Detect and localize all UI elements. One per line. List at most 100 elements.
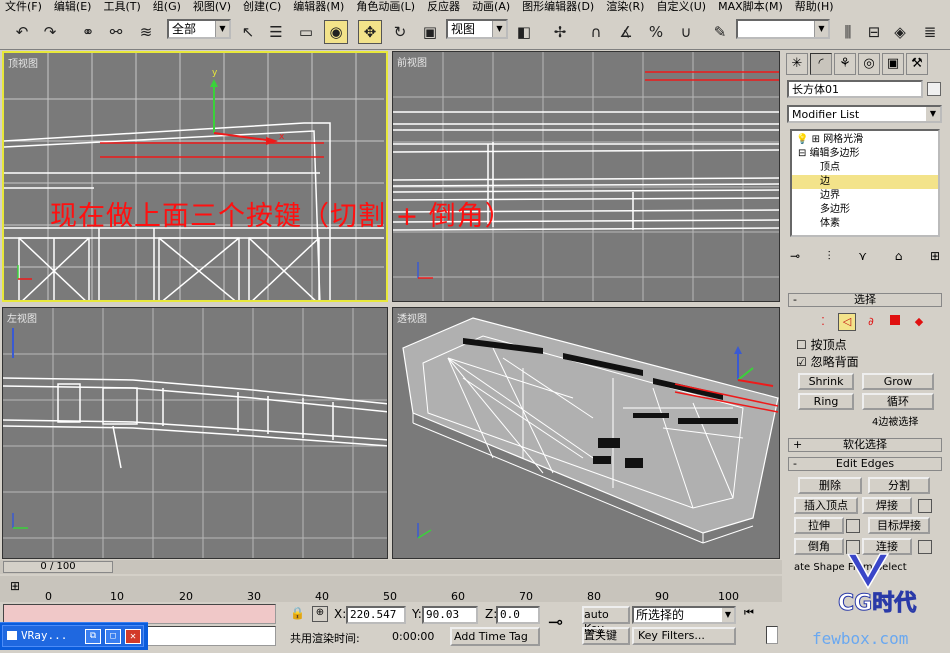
redo-icon[interactable]: ↷ [38,20,62,44]
mirror-icon[interactable]: ⫼ [836,20,860,44]
object-name-field[interactable]: 长方体01 [787,80,923,98]
left-viewport[interactable]: 左视图 [2,307,388,559]
time-slider-track[interactable]: 0 / 100 [0,560,782,574]
mini-curve-icon[interactable]: ⊞ [10,579,20,593]
target-weld-button[interactable]: 目标焊接 [868,517,930,534]
window-crossing-icon[interactable]: ◉ [324,20,348,44]
hierarchy-tab-icon[interactable]: ⚘ [834,53,856,75]
reference-coord-dropdown[interactable]: 视图 ▼ [446,19,508,39]
track-bar[interactable]: ⊞ 0 10 20 30 40 50 60 70 80 90 100 [0,576,782,603]
menu-graph-editors[interactable]: 图形编辑器(D) [517,0,601,14]
select-manipulate-icon[interactable]: ✢ [548,20,572,44]
snap-3d-icon[interactable]: ∩ [584,20,608,44]
scale-icon[interactable]: ▣ [418,20,442,44]
add-time-tag-button[interactable]: Add Time Tag [450,627,540,646]
create-tab-icon[interactable]: ✳ [786,53,808,75]
spinner-snap-icon[interactable]: ∪ [674,20,698,44]
menu-help[interactable]: 帮助(H) [790,0,841,14]
object-color-swatch[interactable] [927,82,941,96]
show-end-result-icon[interactable]: ⫶ [828,249,831,267]
stack-item-vertex[interactable]: 顶点 [792,161,938,175]
front-viewport[interactable]: 前视图 [392,51,780,302]
split-button[interactable]: 分割 [868,477,930,494]
z-coordinate-field[interactable]: 0.0 [496,606,540,624]
extrude-settings-icon[interactable] [846,519,860,533]
time-slider[interactable]: 0 / 100 [3,561,113,573]
rect-selection-icon[interactable]: ▭ [294,20,318,44]
edit-edges-rollout-header[interactable]: - Edit Edges [788,457,942,471]
utilities-tab-icon[interactable]: ⚒ [906,53,928,75]
menu-rendering[interactable]: 渲染(R) [601,0,651,14]
extrude-button[interactable]: 拉伸 [794,517,844,534]
shrink-button[interactable]: Shrink [798,373,854,390]
element-level-icon[interactable]: ◆ [910,313,928,331]
menu-tools[interactable]: 工具(T) [98,0,147,14]
select-by-name-icon[interactable]: ☰ [264,20,288,44]
edit-named-sel-icon[interactable]: ✎ [708,20,732,44]
bind-spacewarp-icon[interactable]: ≋ [134,20,158,44]
undo-icon[interactable]: ↶ [10,20,34,44]
menu-file[interactable]: 文件(F) [0,0,49,14]
polygon-level-icon[interactable] [886,313,904,331]
stack-item-meshsmooth[interactable]: 💡 ⊞ 网格光滑 [792,133,938,147]
rotate-icon[interactable]: ↻ [388,20,412,44]
ring-button[interactable]: Ring [798,393,854,410]
pin-stack-icon[interactable]: ⊸ [790,249,800,267]
menu-character[interactable]: 角色动画(L) [351,0,422,14]
selection-filter-dropdown[interactable]: 全部 ▼ [167,19,231,39]
layer-manager-icon[interactable]: ◈ [888,20,912,44]
viewport-label[interactable]: 顶视图 [8,55,38,70]
curve-editor-icon[interactable]: ≣ [918,20,942,44]
select-rollout-header[interactable]: - 选择 [788,293,942,307]
edge-level-icon[interactable]: ◁ [838,313,856,331]
weld-button[interactable]: 焊接 [862,497,912,514]
menu-animation[interactable]: 动画(A) [467,0,517,14]
perspective-viewport[interactable]: 透视图 [392,307,780,559]
taskbar-item-vray[interactable]: VRay... ⧉ □ ✕ [2,625,144,647]
stack-item-edge[interactable]: 边 [792,175,938,189]
by-vertex-option[interactable]: ☐ 按顶点 [796,336,847,353]
auto-key-button[interactable]: auto Key [582,606,630,635]
viewport-label[interactable]: 前视图 [397,54,427,69]
named-selection-dropdown[interactable]: ▼ [736,19,830,39]
insert-vertex-button[interactable]: 插入顶点 [794,497,858,514]
viewport-label[interactable]: 透视图 [397,310,427,325]
key-filters-button[interactable]: Key Filters... [632,627,736,645]
viewport-label[interactable]: 左视图 [7,310,37,325]
unlink-icon[interactable]: ⚯ [104,20,128,44]
link-icon[interactable]: ⚭ [76,20,100,44]
remove-modifier-icon[interactable]: ⌂ [895,249,903,267]
modify-tab-icon[interactable]: ◜ [810,53,832,75]
menu-views[interactable]: 视图(V) [188,0,238,14]
stack-item-edit-poly[interactable]: ⊟ 编辑多边形 [792,147,938,161]
remove-button[interactable]: 删除 [798,477,862,494]
menu-modifiers[interactable]: 编辑器(M) [288,0,351,14]
select-object-icon[interactable]: ↖ [236,20,260,44]
stack-item-element[interactable]: 体素 [792,217,938,231]
display-tab-icon[interactable]: ▣ [882,53,904,75]
loop-button[interactable]: 循环 [862,393,934,410]
motion-tab-icon[interactable]: ◎ [858,53,880,75]
restore-icon[interactable]: ⧉ [85,629,101,644]
set-key-button[interactable]: 置关键 [582,627,630,645]
x-coordinate-field[interactable]: 220.547 [346,606,406,624]
stack-item-polygon[interactable]: 多边形 [792,203,938,217]
lock-selection-icon[interactable]: 🔒 [290,606,305,620]
move-icon[interactable]: ✥ [358,20,382,44]
border-level-icon[interactable]: ∂ [862,313,880,331]
weld-settings-icon[interactable] [918,499,932,513]
frame-field[interactable] [766,626,778,644]
close-icon[interactable]: ✕ [125,629,141,644]
menu-edit[interactable]: 编辑(E) [49,0,99,14]
key-mode-dropdown[interactable]: 所选择的 ▼ [632,606,736,624]
menu-group[interactable]: 组(G) [148,0,188,14]
grow-button[interactable]: Grow [862,373,934,390]
make-unique-icon[interactable]: ⋎ [858,249,867,267]
percent-snap-icon[interactable]: % [644,20,668,44]
top-viewport[interactable]: 顶视图 y x [2,51,388,302]
y-coordinate-field[interactable]: 90.03 [422,606,478,624]
maximize-icon[interactable]: □ [105,629,121,644]
ignore-backfacing-option[interactable]: ☑ 忽略背面 [796,353,859,370]
angle-snap-icon[interactable]: ∡ [614,20,638,44]
align-icon[interactable]: ⊟ [862,20,886,44]
